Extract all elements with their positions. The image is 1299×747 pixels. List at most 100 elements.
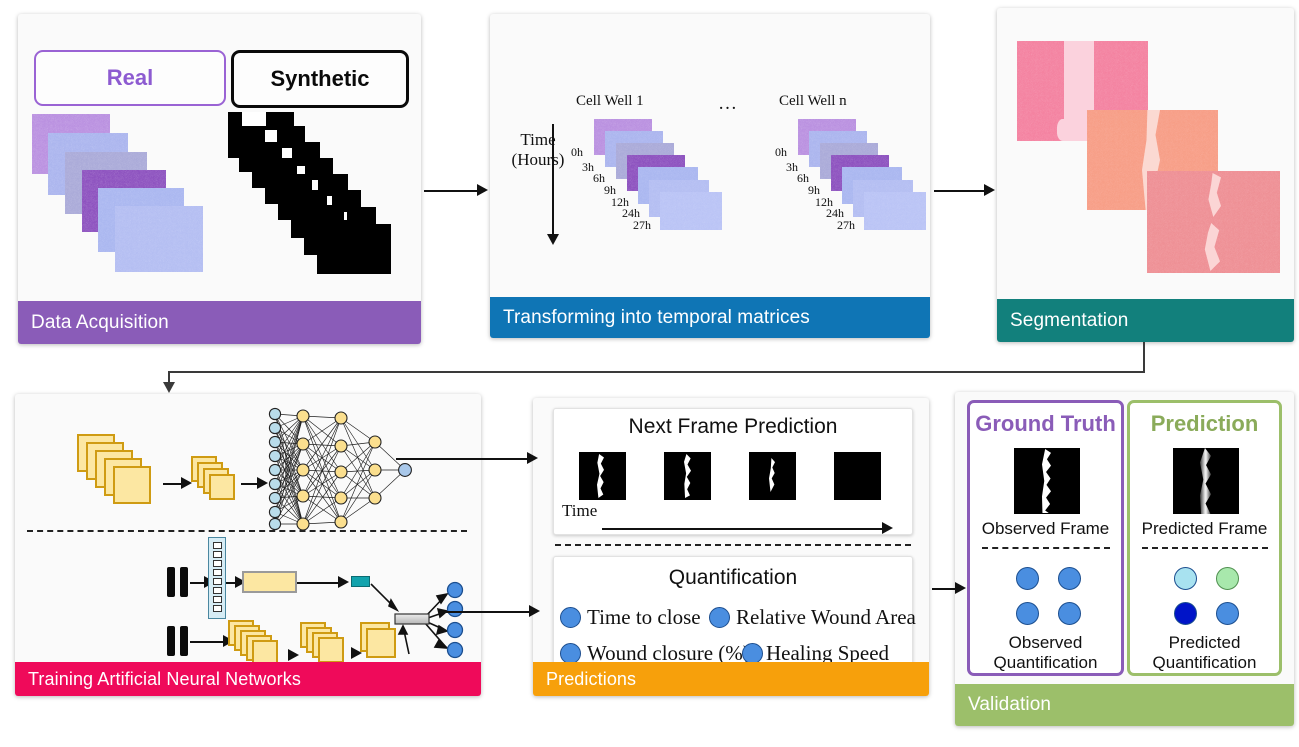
real-frame — [115, 206, 203, 272]
predictions-body: Next Frame Prediction Time Quantificatio… — [533, 398, 929, 674]
training-footer: Training Artificial Neural Networks — [15, 662, 481, 696]
panel-transforming: Time (Hours) Cell Well 1 … Cell Well n 0… — [490, 14, 930, 338]
gold-card — [209, 474, 235, 500]
metric-dot — [560, 607, 581, 628]
predictions-divider — [555, 544, 911, 546]
observed-frame-image — [1014, 448, 1080, 514]
arrow-transforming-to-segmentation-head — [984, 184, 995, 196]
observed-quant-dot — [1058, 567, 1081, 590]
transforming-body: Time (Hours) Cell Well 1 … Cell Well n 0… — [490, 14, 930, 297]
mlp-network — [268, 407, 412, 531]
observed-frame-caption: Observed Frame — [981, 519, 1110, 538]
synthetic-frame — [317, 224, 391, 274]
segmentation-footer-label: Segmentation — [1010, 309, 1129, 331]
predicted-quant-dot — [1174, 567, 1197, 590]
arrow-training-to-quantification — [440, 611, 533, 613]
panel-predictions: Next Frame Prediction Time Quantificatio… — [533, 398, 929, 696]
panel-segmentation: Segmentation — [997, 8, 1294, 342]
wells-ellipsis: … — [718, 93, 737, 114]
prediction-box: Prediction Predicted Frame Predicted Qua… — [1127, 400, 1282, 676]
lstm-arrow-3-head — [338, 576, 349, 588]
time-axis-caption: Time — [562, 501, 598, 520]
arrow-training-to-next-frame-head — [527, 452, 538, 464]
time-axis-label-line1: Time — [520, 130, 556, 149]
synthetic-image-stack — [228, 112, 413, 292]
well-name-1: Cell Well 1 — [576, 93, 644, 109]
feature-vector — [208, 537, 226, 619]
time-point-label: 0h — [775, 145, 787, 159]
gold-card — [318, 637, 344, 663]
predicted-quant-dot — [1216, 602, 1239, 625]
arrow-predictions-to-validation-head — [955, 582, 966, 594]
ground-truth-divider — [982, 547, 1110, 549]
predicted-frame — [749, 452, 796, 500]
next-frame-title: Next Frame Prediction — [628, 415, 838, 438]
time-point-label: 27h — [633, 218, 651, 232]
quantification-metric: Relative Wound Area — [709, 605, 916, 630]
arrow-transforming-to-segmentation — [934, 190, 989, 192]
connector-training-arrowhead — [163, 382, 175, 393]
vector-cell — [213, 587, 222, 594]
observed-quant-dot — [1016, 567, 1039, 590]
well-frame — [660, 192, 722, 230]
observed-quant-caption: Observed Quantification — [970, 633, 1121, 672]
time-axis-arrowhead — [547, 234, 559, 245]
well-n-stack: 0h 3h 6h 9h 12h 24h 27h — [775, 119, 930, 249]
metric-label: Relative Wound Area — [736, 605, 916, 629]
conv-input-bar — [180, 626, 188, 656]
connector-segmentation-down — [1143, 342, 1145, 372]
predicted-frame-image — [1173, 448, 1239, 514]
next-frame-box: Next Frame Prediction Time — [553, 408, 913, 535]
tag-real-label: Real — [106, 65, 154, 90]
gold-card — [113, 466, 151, 504]
data-acquisition-footer-label: Data Acquisition — [31, 311, 169, 333]
validation-body: Ground Truth Observed Frame Observed Qua… — [955, 392, 1294, 684]
lstm-input-bar — [180, 567, 188, 597]
training-body — [15, 394, 481, 666]
predicted-frame — [579, 452, 626, 500]
vector-cell — [213, 605, 222, 612]
training-divider — [27, 530, 467, 532]
lstm-input-bar — [167, 567, 175, 597]
observed-quant-caption-line1: Observed — [1008, 633, 1083, 652]
metric-dot — [560, 643, 581, 664]
ground-truth-box: Ground Truth Observed Frame Observed Qua… — [967, 400, 1124, 676]
segmentation-footer: Segmentation — [997, 299, 1294, 342]
predicted-quant-dot — [1174, 602, 1197, 625]
predicted-frame — [664, 452, 711, 500]
well-name-n: Cell Well n — [779, 93, 847, 109]
validation-footer: Validation — [955, 684, 1294, 726]
arrow-acquisition-to-transforming-head — [477, 184, 488, 196]
arrow-acquisition-to-transforming — [424, 190, 482, 192]
real-image-stack — [32, 114, 232, 284]
metric-dot — [709, 607, 730, 628]
arrow-training-to-next-frame — [396, 458, 531, 460]
vector-cell — [213, 551, 222, 558]
observed-quant-dot — [1016, 602, 1039, 625]
ground-truth-title: Ground Truth — [975, 411, 1116, 436]
time-point-label: 27h — [837, 218, 855, 232]
quantification-box: Quantification Time to close Relative Wo… — [553, 556, 916, 674]
segmentation-tile — [1147, 171, 1280, 273]
training-input-stack-large — [77, 434, 167, 509]
panel-validation: Ground Truth Observed Frame Observed Qua… — [955, 392, 1294, 726]
data-acquisition-footer: Data Acquisition — [18, 301, 421, 344]
time-axis-label-line2: (Hours) — [511, 149, 565, 169]
conv-arrow-1 — [190, 641, 226, 643]
tag-synthetic: Synthetic — [231, 50, 409, 108]
quantification-metric: Time to close — [560, 605, 701, 630]
prediction-title: Prediction — [1150, 411, 1259, 436]
connector-segmentation-across — [168, 371, 1145, 373]
time-axis-line — [552, 124, 554, 236]
predicted-quant-caption-line2: Quantification — [1152, 652, 1257, 672]
arrow-training-to-quantification-head — [529, 605, 540, 617]
dense-layer-box — [242, 571, 297, 593]
well-frame — [864, 192, 926, 230]
time-axis-arrow-head — [882, 522, 893, 534]
quantification-title: Quantification — [668, 566, 798, 589]
panel-data-acquisition: Real Synthetic Data Acquisition — [18, 14, 421, 344]
predicted-quant-dot — [1216, 567, 1239, 590]
lstm-arrow-3 — [297, 582, 341, 584]
transforming-footer: Transforming into temporal matrices — [490, 297, 930, 338]
vector-cell — [213, 569, 222, 576]
